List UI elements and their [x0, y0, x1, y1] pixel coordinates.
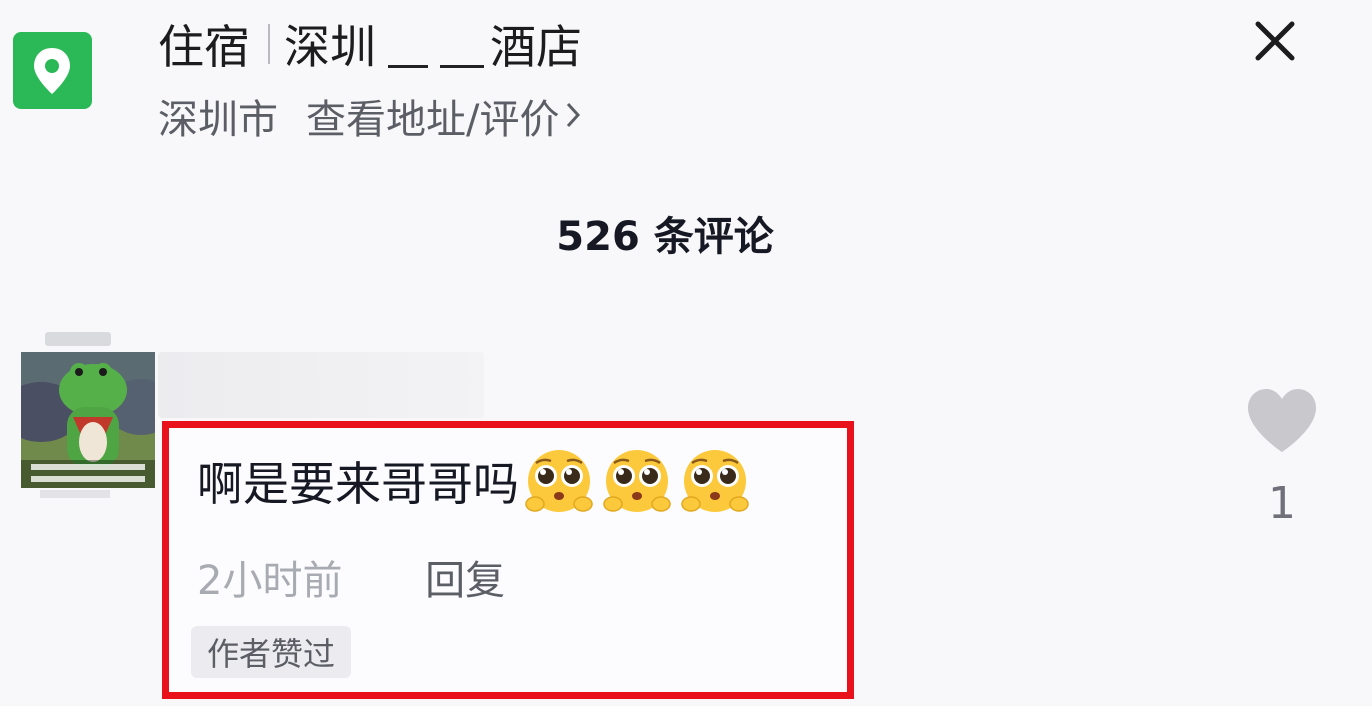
category-label: 住宿 [158, 20, 250, 74]
location-subtitle: 深圳市 查看地址/评价 [158, 88, 581, 144]
title-divider [268, 24, 270, 64]
comment-text: 啊是要来哥哥吗 [197, 457, 519, 511]
comment-meta: 2小时前 回复 [197, 548, 505, 606]
comment-count: 526 条评论 [556, 214, 774, 260]
location-badge [13, 32, 92, 109]
blurred-label [45, 332, 111, 346]
page-title: 住宿 深圳 酒店 [158, 12, 582, 76]
blurred-username [158, 352, 484, 418]
redacted-name-mask [388, 21, 484, 68]
chevron-right-icon [565, 93, 581, 139]
heart-icon [1248, 389, 1316, 452]
pleading-face-icon [681, 450, 749, 512]
city-label: 深圳市 [158, 97, 278, 143]
pleading-face-icon [525, 450, 593, 512]
comment-highlight: 啊是要来哥哥吗 2小时前 回复 作者赞过 [162, 421, 854, 699]
close-button[interactable] [1252, 18, 1298, 64]
hotel-name-end: 酒店 [490, 20, 582, 74]
address-review-link[interactable]: 查看地址/评价 [306, 87, 559, 145]
author-liked-badge: 作者赞过 [191, 626, 352, 678]
comment-time: 2小时前 [197, 558, 343, 604]
emoji-group [521, 446, 755, 516]
pleading-face-icon [603, 450, 671, 512]
blurred-avatar-caption [40, 490, 110, 498]
like-button[interactable] [1244, 386, 1320, 456]
avatar[interactable] [21, 352, 155, 488]
close-icon [1255, 21, 1295, 61]
comment-body: 啊是要来哥哥吗 [197, 446, 755, 516]
map-pin-icon [34, 48, 70, 94]
like-count: 1 [1268, 478, 1296, 529]
hotel-name-start: 深圳 [284, 20, 376, 74]
reply-button[interactable]: 回复 [425, 558, 505, 604]
